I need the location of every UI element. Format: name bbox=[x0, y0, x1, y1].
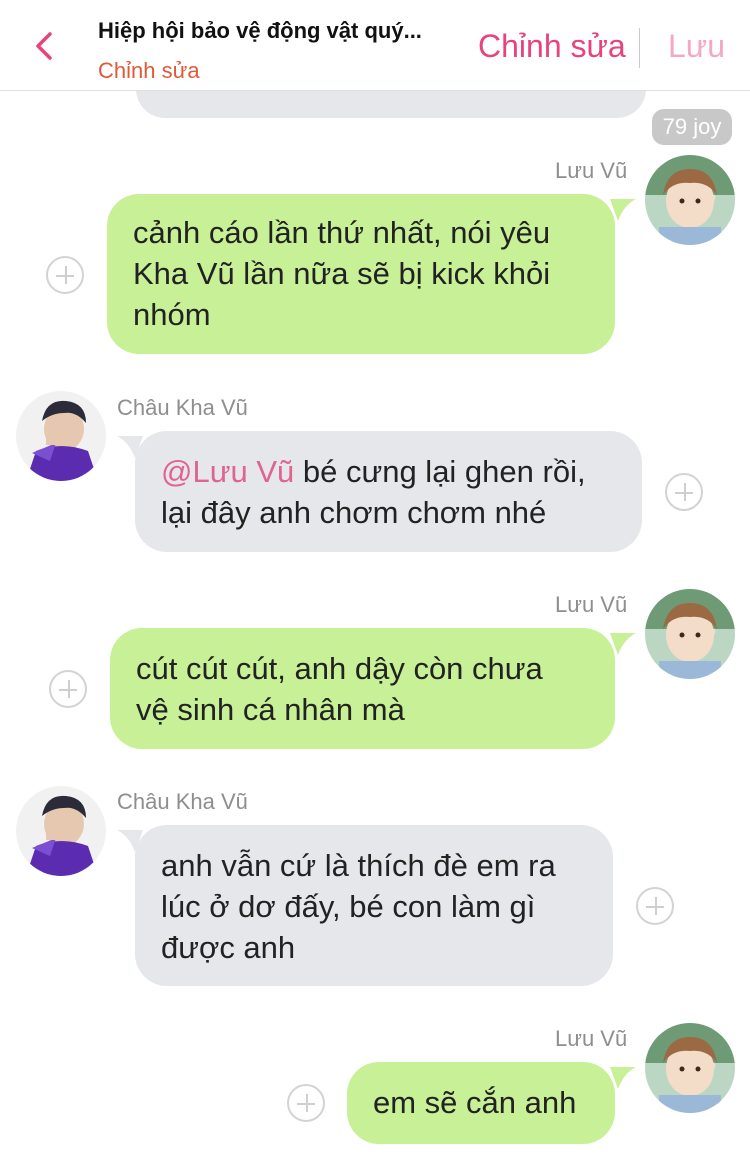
edit-button[interactable]: Chỉnh sửa bbox=[478, 28, 626, 65]
message-bubble-outgoing[interactable]: cảnh cáo lần thứ nhất, nói yêu Kha Vũ lầ… bbox=[107, 194, 615, 354]
add-reaction-button[interactable] bbox=[46, 256, 84, 294]
sender-name: Lưu Vũ bbox=[555, 592, 628, 617]
avatar[interactable] bbox=[645, 589, 735, 679]
sender-name: Châu Kha Vũ bbox=[117, 395, 248, 420]
add-reaction-button[interactable] bbox=[287, 1084, 325, 1122]
sender-name: Lưu Vũ bbox=[555, 1026, 628, 1051]
avatar[interactable] bbox=[16, 786, 106, 876]
message-bubble-incoming[interactable]: @Lưu Vũ bé cưng lại ghen rồi, lại đây an… bbox=[135, 431, 642, 552]
message-line: cút cút cút, anh dậy còn chưa bbox=[136, 651, 543, 686]
joy-badge: 79 joy bbox=[652, 109, 732, 145]
message-line: cảnh cáo lần thứ nhất, nói yêu bbox=[133, 215, 551, 250]
avatar[interactable] bbox=[16, 391, 106, 481]
avatar[interactable] bbox=[645, 1023, 735, 1113]
sender-name: Châu Kha Vũ bbox=[117, 789, 248, 814]
message-line: lúc ở dơ đấy, bé con làm gì bbox=[161, 889, 536, 924]
message-line: vệ sinh cá nhân mà bbox=[136, 692, 405, 727]
message-line: nhóm bbox=[133, 297, 211, 332]
chevron-left-icon bbox=[36, 32, 52, 60]
group-title: Hiệp hội bảo vệ động vật quý... bbox=[98, 18, 422, 43]
message-line: @Lưu Vũ bé cưng lại ghen rồi, bbox=[161, 454, 586, 489]
chat-header: Hiệp hội bảo vệ động vật quý... Chỉnh sử… bbox=[0, 0, 750, 91]
message-bubble-incoming[interactable]: anh vẫn cứ là thích đè em ra lúc ở dơ đấ… bbox=[135, 825, 613, 986]
message-line: anh vẫn cứ là thích đè em ra bbox=[161, 848, 556, 883]
avatar[interactable] bbox=[645, 155, 735, 245]
header-divider bbox=[639, 28, 640, 68]
user-mention[interactable]: @Lưu Vũ bbox=[161, 454, 294, 489]
back-button[interactable] bbox=[28, 28, 64, 64]
add-reaction-button[interactable] bbox=[636, 887, 674, 925]
message-line: Kha Vũ lần nữa sẽ bị kick khỏi bbox=[133, 256, 551, 291]
add-reaction-button[interactable] bbox=[665, 473, 703, 511]
add-reaction-button[interactable] bbox=[49, 670, 87, 708]
message-line: lại đây anh chơm chơm nhé bbox=[161, 495, 547, 530]
message-line: được anh bbox=[161, 930, 296, 965]
save-button[interactable]: Lưu bbox=[668, 28, 725, 65]
message-line: em sẽ cắn anh bbox=[373, 1085, 577, 1120]
sender-name: Lưu Vũ bbox=[555, 158, 628, 183]
message-bubble-outgoing[interactable]: em sẽ cắn anh bbox=[347, 1062, 615, 1144]
message-bubble-outgoing[interactable]: cút cút cút, anh dậy còn chưa vệ sinh cá… bbox=[110, 628, 615, 749]
group-subtitle: Chỉnh sửa bbox=[98, 58, 200, 83]
